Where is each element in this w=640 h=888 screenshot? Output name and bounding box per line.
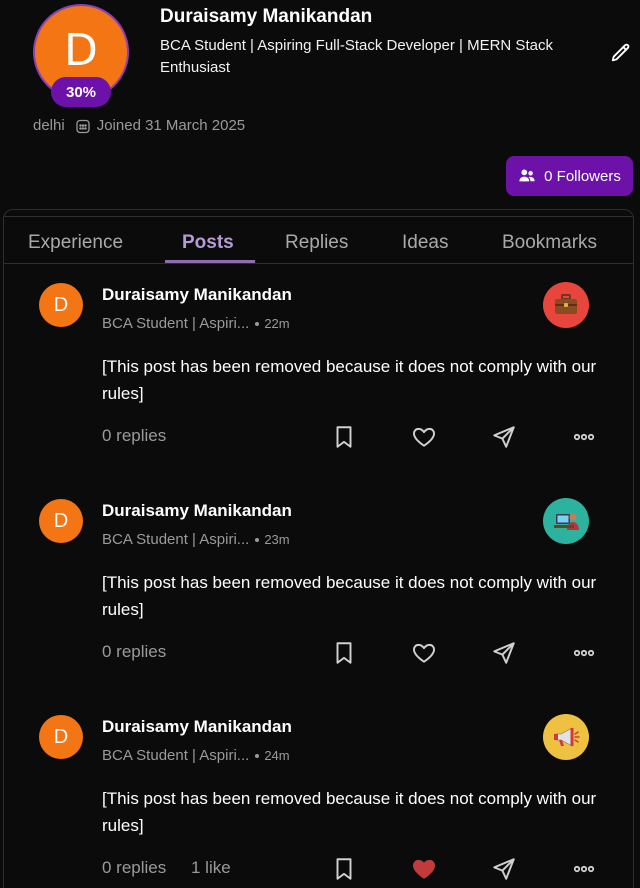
post-content: [This post has been removed because it d… xyxy=(102,789,597,835)
tab-experience[interactable]: Experience xyxy=(28,232,123,254)
post-author-avatar[interactable]: D xyxy=(39,283,83,327)
separator-dot xyxy=(255,753,260,758)
calendar-icon xyxy=(76,119,90,133)
more-options-icon[interactable] xyxy=(571,856,597,882)
megaphone-icon xyxy=(543,714,589,760)
tab-bookmarks[interactable]: Bookmarks xyxy=(502,232,597,254)
profile-joined-date: Joined 31 March 2025 xyxy=(96,117,246,134)
bookmark-icon[interactable] xyxy=(331,856,357,882)
post-timestamp: 23m xyxy=(264,532,290,547)
post-likes-count[interactable]: 1 like xyxy=(191,858,231,878)
profile-tabs: Experience Posts Replies Ideas Bookmarks xyxy=(4,210,633,264)
pencil-icon xyxy=(611,43,630,62)
post-author-avatar[interactable]: D xyxy=(39,499,83,543)
post-content: [This post has been removed because it d… xyxy=(102,357,597,403)
separator-dot xyxy=(255,321,260,326)
active-tab-indicator xyxy=(165,260,255,263)
profile-avatar-letter: D xyxy=(64,24,98,76)
heart-filled-icon[interactable] xyxy=(411,856,437,882)
post-content: [This post has been removed because it d… xyxy=(102,573,597,619)
profile-completion-badge: 30% xyxy=(51,77,111,107)
post-replies-count[interactable]: 0 replies xyxy=(102,858,166,878)
post-author-avatar[interactable]: D xyxy=(39,715,83,759)
post-timestamp: 22m xyxy=(264,316,290,331)
post-actions: 0 replies xyxy=(4,638,633,668)
post-meta: BCA Student | Aspiri... 22m xyxy=(102,315,290,332)
post-meta: BCA Student | Aspiri... 24m xyxy=(102,747,290,764)
followers-label: 0 Followers xyxy=(544,167,621,185)
post-card[interactable]: D Duraisamy Manikandan BCA Student | Asp… xyxy=(4,210,633,880)
profile-name: Duraisamy Manikandan xyxy=(160,6,373,27)
bookmark-icon[interactable] xyxy=(331,640,357,666)
profile-header: D 30% Duraisamy Manikandan BCA Student |… xyxy=(0,0,640,205)
post-replies-count[interactable]: 0 replies xyxy=(102,642,166,662)
profile-meta: delhi Joined 31 March 2025 xyxy=(33,117,245,134)
more-options-icon[interactable] xyxy=(571,424,597,450)
heart-icon[interactable] xyxy=(411,640,437,666)
post-author-subtitle: BCA Student | Aspiri... xyxy=(102,531,250,548)
more-options-icon[interactable] xyxy=(571,640,597,666)
share-icon[interactable] xyxy=(491,640,517,666)
followers-button[interactable]: 0 Followers xyxy=(506,156,633,196)
post-actions: 0 replies xyxy=(4,422,633,452)
bookmark-icon[interactable] xyxy=(331,424,357,450)
post-timestamp: 24m xyxy=(264,748,290,763)
tab-ideas[interactable]: Ideas xyxy=(402,232,448,254)
users-icon xyxy=(519,169,535,182)
tab-replies[interactable]: Replies xyxy=(285,232,348,254)
separator-dot xyxy=(255,537,260,542)
post-author-name[interactable]: Duraisamy Manikandan xyxy=(102,501,292,521)
post-author-name[interactable]: Duraisamy Manikandan xyxy=(102,285,292,305)
briefcase-icon xyxy=(543,282,589,328)
profile-bio: BCA Student | Aspiring Full-Stack Develo… xyxy=(160,37,553,76)
edit-profile-button[interactable] xyxy=(610,42,632,64)
profile-content-card: Experience Posts Replies Ideas Bookmarks… xyxy=(3,209,634,888)
profile-location: delhi xyxy=(33,117,65,134)
post-author-subtitle: BCA Student | Aspiri... xyxy=(102,315,250,332)
developer-desk-icon xyxy=(543,498,589,544)
post-meta: BCA Student | Aspiri... 23m xyxy=(102,531,290,548)
post-actions: 0 replies 1 like xyxy=(4,854,633,884)
post-author-name[interactable]: Duraisamy Manikandan xyxy=(102,717,292,737)
post-author-subtitle: BCA Student | Aspiri... xyxy=(102,747,250,764)
share-icon[interactable] xyxy=(491,424,517,450)
post-replies-count[interactable]: 0 replies xyxy=(102,426,166,446)
share-icon[interactable] xyxy=(491,856,517,882)
heart-icon[interactable] xyxy=(411,424,437,450)
tab-posts[interactable]: Posts xyxy=(182,232,234,254)
